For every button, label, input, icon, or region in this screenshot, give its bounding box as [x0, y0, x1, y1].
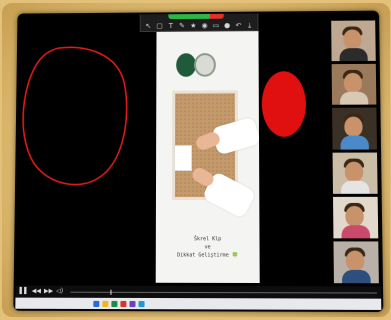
player-bar: ▌▌ ◀◀ ▶▶ ◁)	[15, 285, 382, 299]
taskbar	[15, 297, 382, 310]
participant-tile[interactable]	[332, 107, 377, 150]
taskbar-app-icon[interactable]	[102, 300, 109, 307]
seek-bar[interactable]	[70, 289, 377, 295]
eraser-icon: ▭	[212, 21, 220, 30]
hand-drawn-circle	[22, 47, 127, 185]
toolbar-spotlight[interactable]: ◉	[199, 22, 210, 30]
participant-tile[interactable]	[332, 152, 378, 194]
next-icon[interactable]: ▶▶	[44, 288, 53, 295]
undo-icon: ↶	[235, 21, 242, 30]
stamp-icon: ★	[190, 21, 197, 30]
draw-icon: ✎	[179, 21, 185, 30]
annotation-toolbar: ↖ ▢ T ✎ ★ ◉ ▭ ● ↶ ⤓	[139, 12, 259, 33]
toolbar-save[interactable]: ⤓	[244, 21, 255, 29]
video-caption: Škrel Klp ve Dikkat Geliştirme 🍀	[177, 236, 239, 259]
clip-card	[174, 145, 193, 172]
toolbar-draw[interactable]: ✎	[177, 22, 188, 30]
taskbar-app-icon[interactable]	[138, 300, 145, 307]
taskbar-apps	[93, 300, 145, 307]
stop-share-bar[interactable]	[168, 12, 224, 20]
text-icon: T	[168, 22, 173, 30]
toolbar-mouse[interactable]: ↖	[143, 22, 154, 30]
participant-tile[interactable]	[333, 241, 379, 284]
taskbar-app-icon[interactable]	[111, 300, 118, 307]
toolbar-format[interactable]: ●	[222, 22, 233, 30]
taskbar-app-icon[interactable]	[129, 300, 136, 307]
toolbar-select[interactable]: ▢	[154, 22, 165, 30]
toolbar-undo[interactable]: ↶	[233, 21, 244, 29]
previous-icon[interactable]: ◀◀	[32, 288, 41, 295]
participant-gallery	[331, 20, 379, 284]
spotlight-icon: ◉	[201, 21, 208, 30]
seek-knob[interactable]	[110, 289, 112, 295]
taskbar-app-icon[interactable]	[93, 300, 100, 307]
toolbar-text[interactable]: T	[165, 22, 176, 30]
monitor: ↖ ▢ T ✎ ★ ◉ ▭ ● ↶ ⤓ Škrel Klp ve Dikkat …	[13, 10, 384, 313]
save-icon: ⤓	[248, 21, 252, 30]
mouse-icon: ↖	[145, 22, 152, 31]
taskbar-app-icon[interactable]	[120, 300, 127, 307]
play-pause-icon[interactable]: ▌▌	[19, 288, 28, 295]
shared-video[interactable]: Škrel Klp ve Dikkat Geliştirme 🍀	[155, 31, 260, 284]
filled-circle	[262, 71, 306, 137]
toolbar-stamp[interactable]: ★	[188, 22, 199, 30]
participant-tile[interactable]	[331, 20, 376, 62]
select-icon: ▢	[156, 22, 163, 30]
format-icon: ●	[224, 21, 231, 30]
toolbar-eraser[interactable]: ▭	[210, 22, 221, 30]
volume-icon[interactable]: ◁)	[56, 288, 63, 295]
participant-tile[interactable]	[333, 196, 379, 239]
plant-right	[194, 53, 216, 77]
participant-tile[interactable]	[331, 64, 377, 106]
zoom-share-screen: ↖ ▢ T ✎ ★ ◉ ▭ ● ↶ ⤓ Škrel Klp ve Dikkat …	[15, 12, 381, 287]
